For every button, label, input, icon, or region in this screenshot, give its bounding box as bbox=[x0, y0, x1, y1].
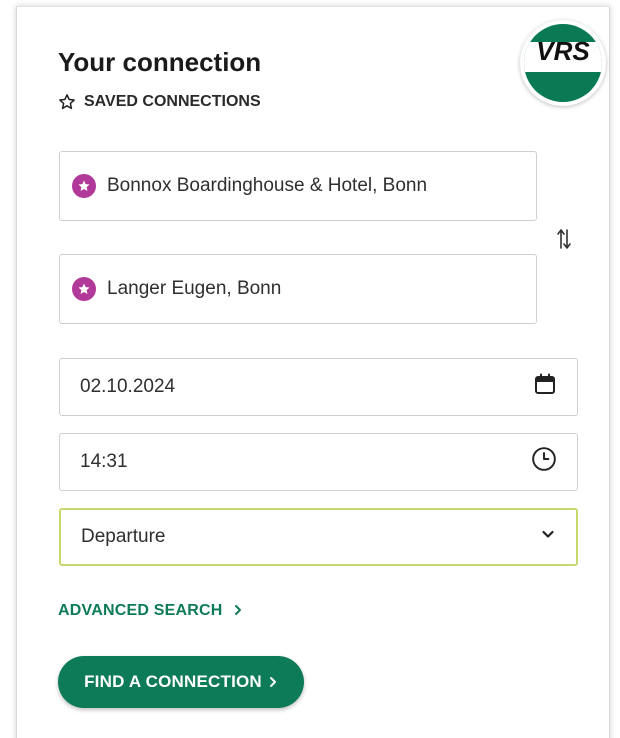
date-value: 02.10.2024 bbox=[80, 376, 176, 397]
advanced-search-label: ADVANCED SEARCH bbox=[58, 602, 223, 619]
favorite-star-icon bbox=[72, 277, 96, 301]
vrs-logo: VRS bbox=[520, 20, 606, 106]
chevron-right-icon bbox=[233, 602, 243, 619]
origin-value: Bonnox Boardinghouse & Hotel, Bonn bbox=[107, 175, 428, 196]
chevron-right-icon bbox=[268, 672, 278, 692]
destination-value: Langer Eugen, Bonn bbox=[107, 278, 282, 299]
clock-icon[interactable] bbox=[531, 446, 557, 478]
time-value: 14:31 bbox=[80, 451, 128, 472]
logo-text: VRS bbox=[536, 36, 590, 66]
saved-connections-label: SAVED CONNECTIONS bbox=[84, 93, 261, 110]
page-title: Your connection bbox=[58, 47, 262, 77]
find-connection-label: FIND A CONNECTION bbox=[84, 672, 262, 691]
mode-value: Departure bbox=[81, 526, 166, 547]
advanced-search-link[interactable]: ADVANCED SEARCH bbox=[58, 602, 243, 620]
time-field[interactable]: 14:31 bbox=[59, 433, 578, 491]
swap-arrows-icon[interactable] bbox=[554, 226, 574, 252]
star-outline-icon bbox=[58, 93, 76, 111]
calendar-icon[interactable] bbox=[533, 372, 557, 402]
find-connection-button[interactable]: FIND A CONNECTION bbox=[58, 656, 304, 708]
date-field[interactable]: 02.10.2024 bbox=[59, 358, 578, 416]
saved-connections-link[interactable]: SAVED CONNECTIONS bbox=[58, 93, 261, 111]
destination-input[interactable]: Langer Eugen, Bonn bbox=[59, 254, 537, 324]
favorite-star-icon bbox=[72, 174, 96, 198]
chevron-down-icon bbox=[540, 526, 556, 548]
departure-arrival-select[interactable]: Departure bbox=[59, 508, 578, 566]
origin-input[interactable]: Bonnox Boardinghouse & Hotel, Bonn bbox=[59, 151, 537, 221]
page: VRS Your connection SAVED CONNECTIONS Bo… bbox=[0, 0, 620, 738]
